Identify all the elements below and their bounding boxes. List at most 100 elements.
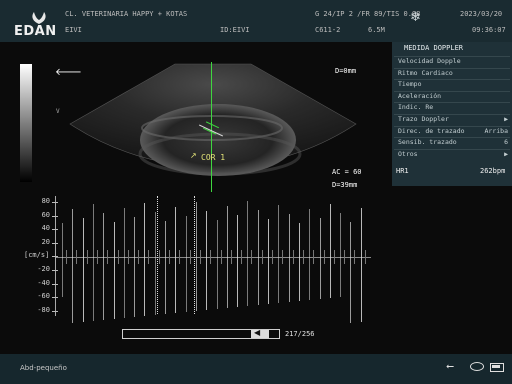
doppler-spectral-spike bbox=[123, 208, 125, 318]
probe-model: C611-2 bbox=[315, 26, 341, 34]
velocity-tick-mark bbox=[52, 242, 58, 244]
doppler-noise-band bbox=[199, 250, 201, 264]
doppler-noise-band bbox=[302, 250, 304, 264]
menu-divider bbox=[394, 114, 510, 115]
measure-menu-item[interactable]: Tiempo bbox=[398, 80, 510, 91]
measure-menu-item-label: Sensib. trazado bbox=[398, 138, 457, 147]
doppler-spectral-spike bbox=[103, 213, 105, 320]
doppler-spectral-spike bbox=[144, 203, 146, 316]
doppler-noise-band bbox=[158, 250, 160, 264]
grayscale-bar bbox=[20, 64, 32, 182]
measure-menu-item-label: Direc. de trazado bbox=[398, 126, 465, 135]
operator-name: EIVI bbox=[65, 26, 82, 34]
doppler-spectral-spike bbox=[288, 214, 290, 302]
velocity-tick-label: -20 bbox=[37, 265, 50, 273]
doppler-spectral-spike bbox=[360, 208, 362, 322]
doppler-spectral-spike bbox=[62, 223, 63, 297]
velocity-tick-mark bbox=[52, 310, 58, 312]
measure-menu-item[interactable]: Sensib. trazado 6 bbox=[398, 138, 510, 149]
velocity-tick-label: 20 bbox=[41, 237, 50, 246]
doppler-spectral-spike bbox=[154, 212, 156, 315]
doppler-noise-band bbox=[251, 250, 253, 264]
exam-preset: Abd-pequeño bbox=[20, 364, 67, 372]
doppler-noise-band bbox=[86, 250, 88, 264]
doppler-spectral-spike bbox=[309, 209, 311, 300]
doppler-noise-band bbox=[313, 250, 315, 264]
measure-menu-item[interactable]: Direc. de trazado Arriba bbox=[398, 127, 510, 138]
doppler-noise-band bbox=[220, 250, 222, 264]
velocity-tick-label: -60 bbox=[37, 292, 50, 301]
freeze-snowflake-icon: ❄ bbox=[410, 10, 421, 25]
doppler-noise-band bbox=[96, 250, 98, 264]
doppler-spectral-spike bbox=[206, 211, 208, 310]
velocity-tick-label: [cm/s] bbox=[24, 251, 50, 260]
doppler-spectral-spike bbox=[237, 215, 239, 307]
measurement-cursor-label: COR 1 bbox=[201, 153, 226, 162]
time-marker-line-1[interactable] bbox=[157, 196, 158, 314]
cursor-arrow-icon: ↗ bbox=[190, 151, 197, 160]
usb-icon: ⭠ bbox=[446, 361, 454, 372]
doppler-spectral-spike bbox=[113, 222, 115, 319]
doppler-spectral-spike bbox=[350, 222, 352, 323]
velocity-tick-mark bbox=[52, 283, 58, 285]
measure-menu-item-label: Aceleración bbox=[398, 91, 442, 100]
doppler-noise-band bbox=[241, 250, 243, 264]
velocity-tick-label: 80 bbox=[41, 197, 50, 205]
clinic-name: CL. VETERINARIA HAPPY + KOTAS bbox=[65, 10, 188, 18]
doppler-spectral-spike bbox=[185, 216, 187, 312]
doppler-noise-band bbox=[364, 250, 366, 264]
doppler-spectral-spike bbox=[226, 206, 228, 308]
patient-id: ID:EIVI bbox=[220, 26, 250, 34]
doppler-noise-band bbox=[66, 250, 67, 264]
measure-menu-item[interactable]: Velocidad Dopple bbox=[398, 57, 510, 68]
doppler-noise-band bbox=[148, 250, 150, 264]
doppler-spectral-spike bbox=[268, 219, 269, 304]
measure-menu-item[interactable]: Aceleración bbox=[398, 92, 510, 103]
measure-menu-item-label: Indic. Re bbox=[398, 103, 434, 112]
measure-menu-item[interactable]: Otros ▶ bbox=[398, 150, 510, 161]
measure-menu-item-label: Velocidad Dopple bbox=[398, 57, 461, 65]
measure-menu-item-value: ▶ bbox=[504, 115, 508, 123]
doppler-noise-band bbox=[138, 250, 140, 264]
doppler-noise-band bbox=[230, 250, 232, 264]
doppler-noise-band bbox=[272, 250, 273, 264]
velocity-tick-label: 60 bbox=[41, 210, 50, 219]
measure-menu-item-label: Otros bbox=[398, 149, 418, 158]
menu-divider bbox=[394, 67, 510, 69]
doppler-noise-band bbox=[76, 250, 78, 264]
doppler-noise-band bbox=[323, 250, 325, 264]
status-bar bbox=[0, 354, 512, 384]
measure-menu-item[interactable]: Indic. Re bbox=[398, 103, 510, 114]
velocity-tick-label: -80 bbox=[37, 305, 50, 314]
acoustic-ac: AC = 60 bbox=[332, 168, 362, 176]
brand-logo-text: EDAN bbox=[14, 24, 57, 39]
top-bar bbox=[0, 0, 512, 42]
doppler-noise-band bbox=[117, 250, 119, 264]
measure-menu-item-value: 6 bbox=[504, 138, 508, 147]
menu-divider bbox=[394, 56, 510, 57]
menu-divider bbox=[394, 90, 510, 92]
exam-date: 2023/03/20 bbox=[460, 10, 503, 18]
doppler-noise-band bbox=[179, 250, 181, 264]
doppler-spectral-spike bbox=[257, 210, 259, 305]
probe-connection-icon bbox=[470, 362, 484, 371]
velocity-tick-label: -40 bbox=[37, 278, 50, 287]
doppler-noise-band bbox=[107, 250, 109, 264]
measure-menu-item[interactable]: Trazo Doppler ▶ bbox=[398, 115, 510, 126]
heart-rate-value: 262bpm bbox=[480, 167, 506, 175]
doppler-spectral-spike bbox=[165, 221, 166, 314]
doppler-noise-band bbox=[344, 250, 346, 264]
doppler-spectral-spike bbox=[319, 218, 321, 299]
velocity-tick-mark bbox=[52, 202, 58, 203]
velocity-tick-mark bbox=[52, 297, 58, 299]
exam-time: 09:36:07 bbox=[472, 26, 506, 34]
menu-divider bbox=[394, 137, 510, 139]
measure-menu-item-value: Arriba bbox=[484, 126, 508, 135]
measure-menu-item[interactable]: Ritmo Cardiaco bbox=[398, 69, 510, 80]
doppler-spectral-spike bbox=[216, 220, 218, 309]
menu-divider bbox=[394, 102, 510, 104]
doppler-noise-band bbox=[127, 250, 129, 264]
time-marker-line-2[interactable] bbox=[194, 196, 195, 314]
measure-menu-item-label: Trazo Doppler bbox=[398, 115, 449, 123]
menu-divider bbox=[394, 125, 510, 127]
